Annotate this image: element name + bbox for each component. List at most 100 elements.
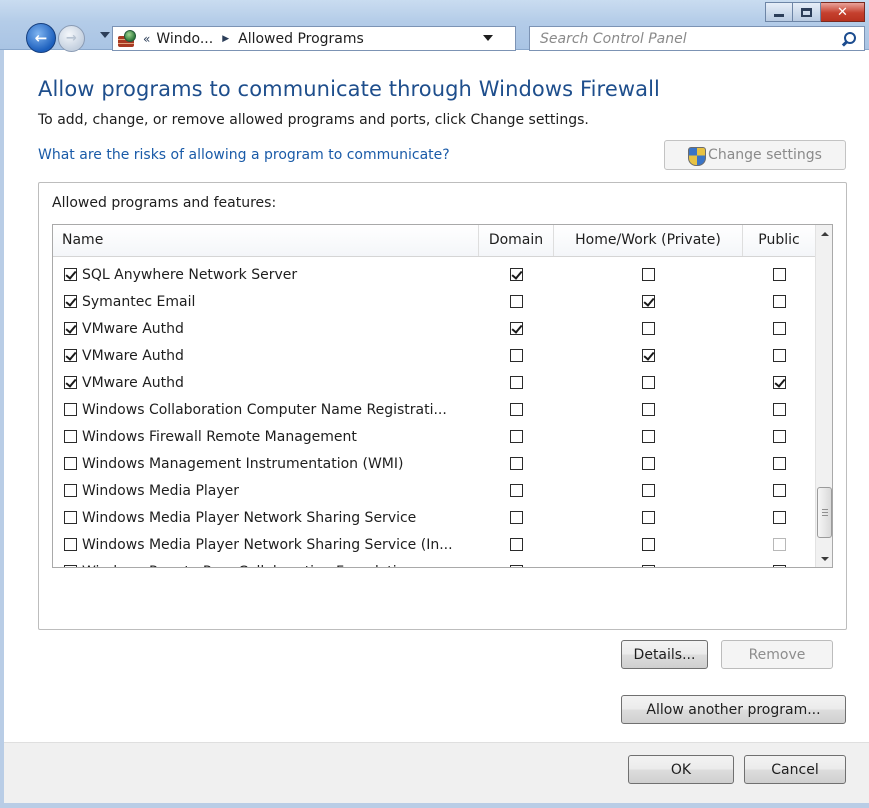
domain-checkbox[interactable] bbox=[510, 538, 523, 551]
program-row[interactable]: Windows Peer to Peer Collaboration Found… bbox=[53, 558, 815, 567]
remove-button[interactable]: Remove bbox=[721, 640, 833, 669]
home-work-checkbox[interactable] bbox=[642, 538, 655, 551]
program-enabled-checkbox[interactable] bbox=[64, 403, 77, 416]
scroll-up-button[interactable] bbox=[816, 225, 832, 242]
domain-checkbox[interactable] bbox=[510, 430, 523, 443]
program-name-cell[interactable]: SQL Anywhere Network Server bbox=[64, 261, 479, 288]
change-settings-button[interactable]: Change settings bbox=[664, 140, 846, 170]
public-checkbox[interactable] bbox=[772, 565, 786, 567]
program-enabled-checkbox[interactable] bbox=[64, 484, 77, 497]
program-enabled-checkbox[interactable] bbox=[64, 349, 77, 362]
public-checkbox[interactable] bbox=[772, 322, 786, 335]
column-header-domain[interactable]: Domain bbox=[479, 225, 554, 256]
column-header-name[interactable]: Name bbox=[53, 225, 479, 256]
home-work-checkbox[interactable] bbox=[642, 457, 655, 470]
breadcrumb-windows-firewall[interactable]: Windo... bbox=[156, 31, 213, 47]
program-name-cell[interactable]: Windows Media Player Network Sharing Ser… bbox=[64, 531, 479, 558]
public-checkbox[interactable] bbox=[772, 376, 786, 389]
public-checkbox[interactable] bbox=[772, 511, 786, 524]
program-row[interactable]: Windows Management Instrumentation (WMI) bbox=[53, 450, 815, 477]
public-checkbox[interactable] bbox=[772, 268, 786, 281]
domain-checkbox[interactable] bbox=[510, 376, 523, 389]
domain-checkbox[interactable] bbox=[510, 403, 523, 416]
column-header-home-work[interactable]: Home/Work (Private) bbox=[554, 225, 743, 256]
program-row[interactable]: Windows Media Player Network Sharing Ser… bbox=[53, 531, 815, 558]
program-name-cell[interactable]: Windows Management Instrumentation (WMI) bbox=[64, 450, 479, 477]
allow-another-program-button[interactable]: Allow another program... bbox=[621, 695, 846, 724]
details-button[interactable]: Details... bbox=[621, 640, 708, 669]
breadcrumb-separator-icon[interactable]: ▶ bbox=[222, 34, 229, 44]
program-row[interactable]: VMware Authd bbox=[53, 369, 815, 396]
public-checkbox[interactable] bbox=[772, 430, 786, 443]
public-checkbox[interactable] bbox=[772, 349, 786, 362]
vertical-scrollbar[interactable] bbox=[815, 225, 832, 567]
scroll-down-button[interactable] bbox=[816, 550, 832, 567]
cancel-button[interactable]: Cancel bbox=[744, 755, 846, 784]
program-row[interactable]: VMware Authd bbox=[53, 315, 815, 342]
program-name-cell[interactable]: Symantec Email bbox=[64, 288, 479, 315]
program-enabled-checkbox[interactable] bbox=[64, 565, 77, 567]
breadcrumb-allowed-programs[interactable]: Allowed Programs bbox=[238, 31, 364, 47]
column-header-public[interactable]: Public bbox=[743, 225, 815, 256]
breadcrumb-overflow-chevron[interactable]: « bbox=[143, 32, 150, 46]
recent-pages-dropdown[interactable] bbox=[100, 32, 110, 38]
program-row[interactable]: Windows Media Player Network Sharing Ser… bbox=[53, 504, 815, 531]
home-work-checkbox[interactable] bbox=[642, 349, 655, 362]
address-bar[interactable]: « Windo... ▶ Allowed Programs ⇆ bbox=[112, 26, 620, 51]
home-work-checkbox[interactable] bbox=[642, 268, 655, 281]
home-work-checkbox[interactable] bbox=[642, 511, 655, 524]
program-name-cell[interactable]: VMware Authd bbox=[64, 315, 479, 342]
domain-checkbox[interactable] bbox=[510, 484, 523, 497]
domain-checkbox[interactable] bbox=[510, 511, 523, 524]
maximize-button[interactable] bbox=[793, 2, 821, 22]
close-button[interactable]: ✕ bbox=[821, 2, 865, 22]
home-work-checkbox[interactable] bbox=[642, 484, 655, 497]
program-row[interactable]: Symantec Email bbox=[53, 288, 815, 315]
address-dropdown-icon[interactable] bbox=[483, 35, 493, 41]
home-work-checkbox[interactable] bbox=[642, 295, 655, 308]
program-enabled-checkbox[interactable] bbox=[64, 376, 77, 389]
program-row[interactable]: Windows Firewall Remote Management bbox=[53, 423, 815, 450]
program-row[interactable]: Windows Collaboration Computer Name Regi… bbox=[53, 396, 815, 423]
public-checkbox[interactable] bbox=[772, 457, 786, 470]
public-checkbox[interactable] bbox=[772, 484, 786, 497]
program-name-cell[interactable]: Windows Firewall Remote Management bbox=[64, 423, 479, 450]
program-row[interactable]: VMware Authd bbox=[53, 342, 815, 369]
search-placeholder[interactable]: Search Control Panel bbox=[540, 31, 842, 47]
program-name-cell[interactable]: Windows Collaboration Computer Name Regi… bbox=[64, 396, 479, 423]
ok-button[interactable]: OK bbox=[628, 755, 734, 784]
program-name-cell[interactable]: VMware Authd bbox=[64, 342, 479, 369]
program-row[interactable]: Windows Media Player bbox=[53, 477, 815, 504]
program-enabled-checkbox[interactable] bbox=[64, 430, 77, 443]
home-work-checkbox[interactable] bbox=[642, 565, 655, 567]
public-checkbox[interactable] bbox=[772, 295, 786, 308]
public-checkbox[interactable] bbox=[772, 538, 786, 551]
minimize-button[interactable] bbox=[765, 2, 793, 22]
program-enabled-checkbox[interactable] bbox=[64, 322, 77, 335]
domain-checkbox[interactable] bbox=[510, 322, 523, 335]
program-row[interactable]: SQL Anywhere Network Server bbox=[53, 261, 815, 288]
program-enabled-checkbox[interactable] bbox=[64, 511, 77, 524]
scrollbar-thumb[interactable] bbox=[817, 487, 832, 538]
home-work-checkbox[interactable] bbox=[642, 403, 655, 416]
domain-checkbox[interactable] bbox=[510, 349, 523, 362]
back-button[interactable]: ← bbox=[26, 23, 56, 53]
search-box[interactable]: Search Control Panel bbox=[529, 26, 865, 51]
forward-button[interactable]: → bbox=[58, 25, 85, 52]
search-icon[interactable] bbox=[842, 31, 856, 46]
home-work-checkbox[interactable] bbox=[642, 376, 655, 389]
program-enabled-checkbox[interactable] bbox=[64, 268, 77, 281]
domain-checkbox[interactable] bbox=[510, 268, 523, 281]
program-name-cell[interactable]: Windows Peer to Peer Collaboration Found… bbox=[64, 558, 479, 567]
program-name-cell[interactable]: Windows Media Player Network Sharing Ser… bbox=[64, 504, 479, 531]
public-checkbox[interactable] bbox=[772, 403, 786, 416]
domain-checkbox[interactable] bbox=[510, 457, 523, 470]
home-work-checkbox[interactable] bbox=[642, 322, 655, 335]
allowed-programs-list[interactable]: Name Domain Home/Work (Private) Public S… bbox=[52, 224, 833, 568]
program-name-cell[interactable]: VMware Authd bbox=[64, 369, 479, 396]
program-enabled-checkbox[interactable] bbox=[64, 457, 77, 470]
domain-checkbox[interactable] bbox=[510, 565, 523, 567]
risks-help-link[interactable]: What are the risks of allowing a program… bbox=[38, 147, 450, 163]
program-enabled-checkbox[interactable] bbox=[64, 538, 77, 551]
home-work-checkbox[interactable] bbox=[642, 430, 655, 443]
